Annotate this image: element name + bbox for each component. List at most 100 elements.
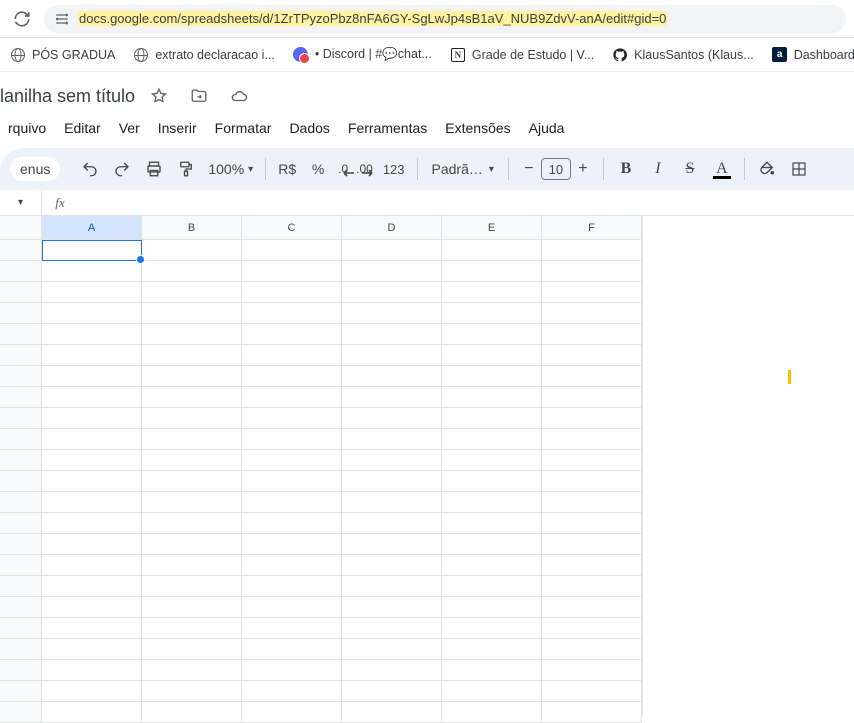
- cell[interactable]: [242, 660, 342, 681]
- cell[interactable]: [442, 303, 542, 324]
- cell[interactable]: [142, 576, 242, 597]
- cell[interactable]: [342, 471, 442, 492]
- cell[interactable]: [242, 240, 342, 261]
- cell[interactable]: [242, 534, 342, 555]
- cell[interactable]: [542, 576, 642, 597]
- row-header[interactable]: [0, 471, 42, 492]
- number-format-button[interactable]: 123: [379, 155, 409, 183]
- cell[interactable]: [242, 492, 342, 513]
- cell[interactable]: [342, 702, 442, 723]
- cell[interactable]: [442, 366, 542, 387]
- cell[interactable]: [542, 366, 642, 387]
- bookmark-item[interactable]: PÓS GRADUA: [10, 47, 115, 63]
- cell[interactable]: [242, 471, 342, 492]
- menu-item[interactable]: Ajuda: [521, 116, 573, 140]
- cell[interactable]: [442, 324, 542, 345]
- row-header[interactable]: [0, 240, 42, 261]
- row-header[interactable]: [0, 513, 42, 534]
- name-box[interactable]: ▾: [0, 190, 42, 215]
- row-header[interactable]: [0, 576, 42, 597]
- cell[interactable]: [342, 660, 442, 681]
- row-header[interactable]: [0, 282, 42, 303]
- cell[interactable]: [542, 702, 642, 723]
- cell[interactable]: [242, 513, 342, 534]
- cell[interactable]: [542, 597, 642, 618]
- cell[interactable]: [442, 534, 542, 555]
- cell[interactable]: [342, 303, 442, 324]
- cell[interactable]: [442, 387, 542, 408]
- cell[interactable]: [242, 324, 342, 345]
- cloud-status-icon[interactable]: [225, 82, 253, 110]
- cell[interactable]: [42, 408, 142, 429]
- cell[interactable]: [342, 681, 442, 702]
- cell[interactable]: [42, 555, 142, 576]
- cell[interactable]: [242, 618, 342, 639]
- cell[interactable]: [342, 534, 442, 555]
- cell[interactable]: [42, 660, 142, 681]
- cell[interactable]: [242, 450, 342, 471]
- cell[interactable]: [42, 597, 142, 618]
- cell[interactable]: [42, 681, 142, 702]
- cell[interactable]: [442, 555, 542, 576]
- cell[interactable]: [142, 597, 242, 618]
- cell[interactable]: [542, 240, 642, 261]
- doc-title[interactable]: lanilha sem título: [0, 86, 135, 107]
- cell[interactable]: [442, 471, 542, 492]
- cell[interactable]: [442, 408, 542, 429]
- cell[interactable]: [442, 261, 542, 282]
- decrease-decimal-icon[interactable]: .0: [336, 155, 350, 183]
- cell[interactable]: [142, 702, 242, 723]
- cell[interactable]: [42, 492, 142, 513]
- cell[interactable]: [42, 618, 142, 639]
- cell[interactable]: [342, 597, 442, 618]
- font-size-input[interactable]: [541, 158, 571, 180]
- cell[interactable]: [442, 492, 542, 513]
- cell[interactable]: [542, 492, 642, 513]
- column-header[interactable]: D: [342, 216, 442, 240]
- reload-icon[interactable]: [8, 5, 36, 33]
- cell[interactable]: [542, 618, 642, 639]
- menu-item[interactable]: Extensões: [437, 116, 518, 140]
- column-header[interactable]: E: [442, 216, 542, 240]
- cell[interactable]: [242, 681, 342, 702]
- currency-button[interactable]: R$: [274, 155, 300, 183]
- cell[interactable]: [342, 429, 442, 450]
- cell[interactable]: [42, 639, 142, 660]
- cell[interactable]: [342, 555, 442, 576]
- menu-item[interactable]: Formatar: [207, 116, 280, 140]
- cell[interactable]: [142, 282, 242, 303]
- cell[interactable]: [242, 597, 342, 618]
- cell[interactable]: [342, 345, 442, 366]
- bookmark-item[interactable]: NGrade de Estudo | V...: [450, 47, 594, 63]
- cell[interactable]: [142, 492, 242, 513]
- cell[interactable]: [542, 429, 642, 450]
- increase-font-button[interactable]: +: [571, 157, 595, 181]
- cell[interactable]: [42, 240, 142, 261]
- cell[interactable]: [42, 282, 142, 303]
- cell[interactable]: [542, 513, 642, 534]
- cell[interactable]: [142, 387, 242, 408]
- cell[interactable]: [142, 429, 242, 450]
- cell[interactable]: [442, 240, 542, 261]
- bookmark-item[interactable]: extrato declaracao i...: [133, 47, 275, 63]
- row-header[interactable]: [0, 324, 42, 345]
- cell[interactable]: [142, 303, 242, 324]
- cell[interactable]: [342, 324, 442, 345]
- row-header[interactable]: [0, 681, 42, 702]
- cell[interactable]: [142, 681, 242, 702]
- cell[interactable]: [42, 345, 142, 366]
- row-header[interactable]: [0, 660, 42, 681]
- cell[interactable]: [242, 282, 342, 303]
- column-header[interactable]: B: [142, 216, 242, 240]
- menu-item[interactable]: Dados: [281, 116, 337, 140]
- select-all-corner[interactable]: [0, 216, 42, 240]
- cell[interactable]: [342, 261, 442, 282]
- cell[interactable]: [542, 324, 642, 345]
- cell[interactable]: [342, 240, 442, 261]
- cell[interactable]: [542, 660, 642, 681]
- column-header[interactable]: F: [542, 216, 642, 240]
- cell[interactable]: [42, 471, 142, 492]
- row-header[interactable]: [0, 597, 42, 618]
- cell[interactable]: [242, 639, 342, 660]
- cell[interactable]: [42, 261, 142, 282]
